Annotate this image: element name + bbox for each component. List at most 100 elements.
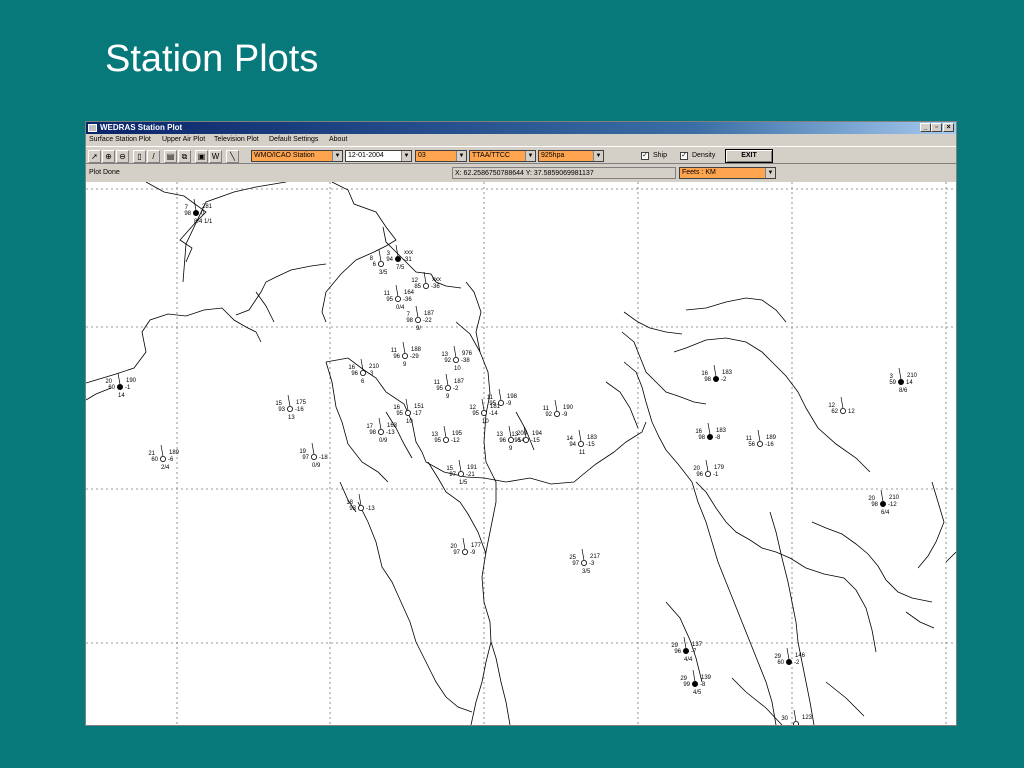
exit-button[interactable]: EXIT xyxy=(725,149,773,163)
station-plot[interactable]: 2999 -81394/5 xyxy=(680,669,712,696)
wind-barb xyxy=(358,493,362,506)
wind-barb xyxy=(402,341,406,354)
station-value: -16 xyxy=(295,407,304,413)
wind-barb xyxy=(395,284,399,297)
station-plot[interactable]: 1597 -211911/5 xyxy=(446,459,478,486)
chevron-down-icon[interactable]: ▼ xyxy=(593,151,603,161)
maximize-button[interactable]: ▫ xyxy=(931,123,942,132)
station-cloud: 9/ xyxy=(416,326,421,332)
station-plot[interactable]: 2160 -61892/4 xyxy=(148,444,180,471)
station-cloud: 14 xyxy=(118,393,125,399)
zoom-in-icon[interactable]: ⊕ xyxy=(102,150,115,163)
station-plot[interactable]: 359 142108/6 xyxy=(889,367,918,394)
units-select[interactable]: Feets : KM ▼ xyxy=(679,167,776,179)
menu-upper-air-plot[interactable]: Upper Air Plot xyxy=(162,134,205,145)
menu-default-settings[interactable]: Default Settings xyxy=(269,134,318,145)
wind-barb xyxy=(311,442,315,455)
wind-barb xyxy=(554,399,558,412)
station-plot[interactable]: 1695 -1715110 xyxy=(393,398,425,425)
station-plot[interactable]: 1593 -1617513 xyxy=(275,394,307,421)
minimize-button[interactable]: _ xyxy=(920,123,931,132)
station-type-select[interactable]: WMO/ICAO Station ▼ xyxy=(251,150,343,162)
line-icon[interactable]: ╲ xyxy=(226,150,239,163)
station-plot[interactable]: 394 -31xxx7/5 xyxy=(386,244,413,271)
station-dewpoint: 95 xyxy=(396,411,403,417)
chevron-down-icon[interactable]: ▼ xyxy=(525,151,535,161)
station-dewpoint: 95 xyxy=(514,438,521,444)
chevron-down-icon[interactable]: ▼ xyxy=(332,151,342,161)
station-plot[interactable]: 1195 -21879 xyxy=(434,373,465,400)
station-circle xyxy=(452,356,459,363)
station-plot[interactable]: 863/5 xyxy=(370,249,388,276)
station-plot[interactable]: 1396 -142009 xyxy=(496,425,528,452)
wind-barb xyxy=(578,429,582,442)
station-plot[interactable]: 798 02818/4 1/1 xyxy=(184,198,213,225)
wind-barb xyxy=(453,345,457,358)
station-value: -31 xyxy=(403,257,412,263)
menu-about[interactable]: About xyxy=(329,134,347,145)
station-dewpoint: 97 xyxy=(302,455,309,461)
slide-title: Station Plots xyxy=(105,38,319,80)
station-cloud: 13 xyxy=(288,415,295,421)
wind-barb xyxy=(757,429,761,442)
station-height: 188 xyxy=(411,347,422,353)
menu-television-plot[interactable]: Television Plot xyxy=(214,134,259,145)
station-plot[interactable]: 1262 12 xyxy=(828,396,855,415)
chevron-down-icon[interactable]: ▼ xyxy=(401,151,411,161)
station-plot[interactable]: 1195 -361640/4 xyxy=(384,284,415,311)
station-plot[interactable]: 2096 -1179 xyxy=(693,459,725,478)
station-plot[interactable]: 1893 -13 xyxy=(346,493,375,512)
station-value: -8 xyxy=(700,682,706,688)
station-plot[interactable]: 1696 -32106 xyxy=(348,358,380,385)
w-icon[interactable]: W xyxy=(209,150,222,163)
pointer-icon[interactable]: ➚ xyxy=(88,150,101,163)
station-plot[interactable]: 1392 -3897610 xyxy=(441,345,473,372)
station-dewpoint: 95 xyxy=(436,386,443,392)
station-plot[interactable]: 1698 -8183 xyxy=(695,422,727,441)
window-titlebar[interactable]: WEDRAS Station Plot _ ▫ × xyxy=(86,122,956,134)
close-button[interactable]: × xyxy=(943,123,954,132)
station-plot[interactable]: 1192 -9190 xyxy=(543,399,574,418)
lamp-icon[interactable]: ▯ xyxy=(133,150,146,163)
station-plot[interactable]: 798 -221879/ xyxy=(406,305,435,332)
station-plot[interactable]: 2060 -119014 xyxy=(105,372,137,399)
menu-surface-station-plot[interactable]: Surface Station Plot xyxy=(89,134,151,145)
station-plot[interactable]: 2098 -122106/4 xyxy=(868,489,900,516)
station-plot[interactable]: 2960 -2146 xyxy=(774,647,806,666)
zoom-out-icon[interactable]: ⊖ xyxy=(116,150,129,163)
wind-barb xyxy=(458,459,462,472)
station-height: 137 xyxy=(692,642,703,648)
density-checkbox[interactable]: ✓ xyxy=(680,152,688,160)
map-canvas[interactable]: 798 02818/4 1/1 394 -31xxx7/5863/5 1285 -36xx… xyxy=(86,182,956,725)
pencil-icon[interactable]: / xyxy=(147,150,160,163)
chevron-down-icon[interactable]: ▼ xyxy=(456,151,466,161)
station-height: 194 xyxy=(532,431,543,437)
station-value: -2 xyxy=(721,377,727,383)
station-plot[interactable]: 1196 -291889 xyxy=(391,341,422,368)
station-plot[interactable]: 2996 -71374/4 xyxy=(671,636,703,663)
coordinate-readout: X: 62.2586750788644 Y: 37.5859069981137 xyxy=(452,167,676,179)
wind-barb xyxy=(581,548,585,561)
station-plot[interactable]: 1798 -131630/9 xyxy=(366,417,398,444)
ship-checkbox[interactable]: ✓ xyxy=(641,152,649,160)
station-map[interactable]: 7 98 0 281 8/4 1/1 3 94 -31 xxx 7/5 8 6 3/5 12 85 -36 xx… xyxy=(86,182,956,725)
station-plot[interactable]: 1156 -16189 xyxy=(746,429,777,448)
station-plot[interactable]: 1997 -180/9 xyxy=(299,442,328,469)
station-plot[interactable]: 2597 -32173/5 xyxy=(569,548,601,575)
level-select[interactable]: 925hpa ▼ xyxy=(538,150,604,162)
station-plot[interactable]: 301236/4 xyxy=(781,709,813,725)
station-cloud: 0/9 xyxy=(312,463,321,469)
station-plot[interactable]: 1285 -36xxx xyxy=(411,271,441,290)
date-select[interactable]: 12-01-2004 ▼ xyxy=(345,150,412,162)
chevron-down-icon[interactable]: ▼ xyxy=(765,168,775,178)
hour-select[interactable]: 03 ▼ xyxy=(415,150,467,162)
station-plot[interactable]: 2097 -9177 xyxy=(450,537,482,556)
station-plot[interactable]: 1698 -2183 xyxy=(701,364,733,383)
station-plot[interactable]: 1395 -12195 xyxy=(431,425,463,444)
save-icon[interactable]: ▣ xyxy=(195,150,208,163)
station-plot[interactable]: 1494 -1518311 xyxy=(566,429,598,456)
print-icon[interactable]: ▤ xyxy=(164,150,177,163)
code-select[interactable]: TTAA/TTCC ▼ xyxy=(469,150,536,162)
station-value: -38 xyxy=(461,358,470,364)
copy-icon[interactable]: ⧉ xyxy=(178,150,191,163)
